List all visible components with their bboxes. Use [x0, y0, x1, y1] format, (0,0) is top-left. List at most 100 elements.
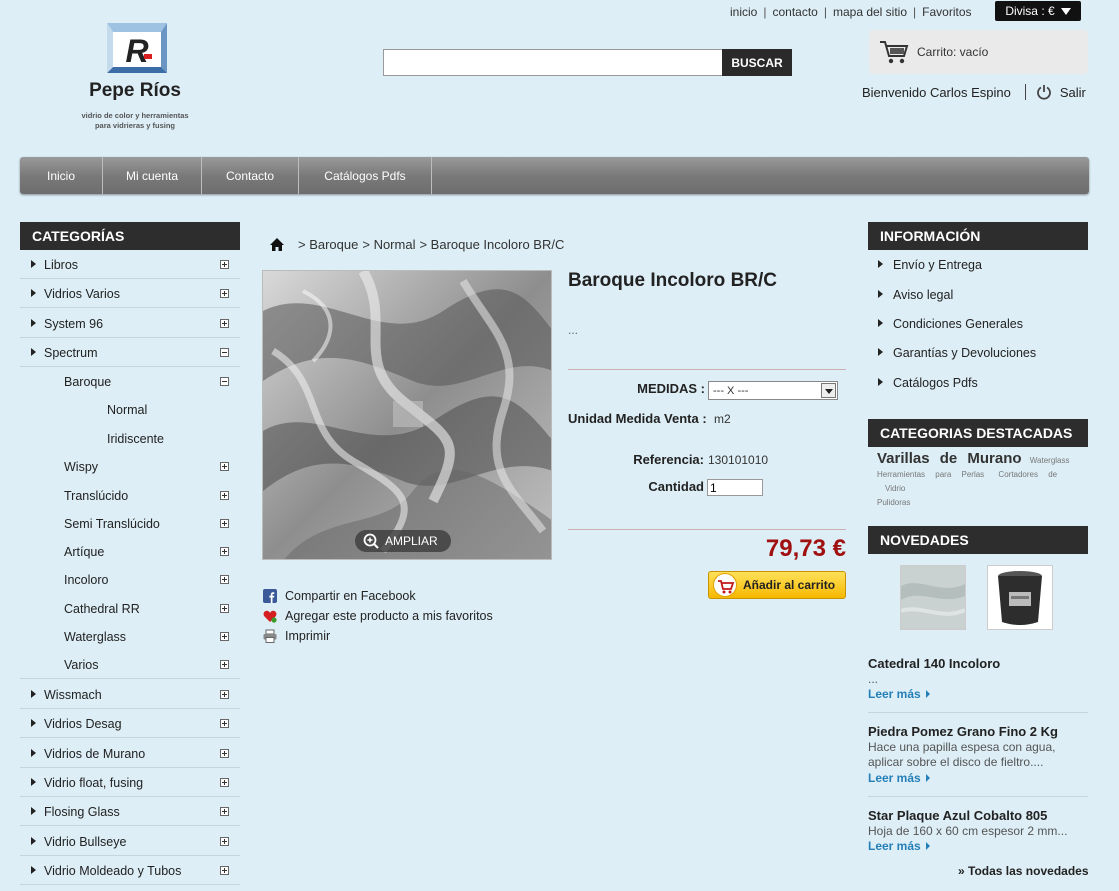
novedad-title-1[interactable]: Catedral 140 Incoloro [868, 656, 1000, 671]
top-link-inicio[interactable]: inicio [724, 5, 763, 19]
print-link[interactable]: Imprimir [263, 626, 493, 646]
expand-icon[interactable] [220, 778, 229, 787]
cart-summary[interactable]: Carrito: vacío [869, 30, 1088, 74]
top-link-favoritos[interactable]: Favoritos [916, 5, 977, 19]
expand-icon[interactable] [220, 807, 229, 816]
expand-icon[interactable] [220, 660, 229, 669]
category-item[interactable]: Baroque [20, 367, 240, 396]
info-item-condiciones[interactable]: Condiciones Generales [868, 317, 1023, 331]
info-item-aviso[interactable]: Aviso legal [868, 288, 953, 302]
top-link-mapa[interactable]: mapa del sitio [827, 5, 913, 19]
novedad-thumb-bucket[interactable] [987, 565, 1053, 630]
zoom-in-icon [363, 533, 379, 549]
tag-waterglass[interactable]: Waterglass [1030, 456, 1070, 465]
collapse-icon[interactable] [220, 377, 229, 386]
expand-icon[interactable] [220, 837, 229, 846]
expand-icon[interactable] [220, 866, 229, 875]
tag-perlas[interactable]: Perlas [962, 470, 985, 479]
category-item[interactable]: Normal [20, 395, 240, 424]
tag-herramientas[interactable]: Herramientas [877, 470, 925, 479]
category-item[interactable]: Spectrum [20, 338, 240, 367]
category-item[interactable]: Varios [20, 650, 240, 679]
info-item-catalogos[interactable]: Catálogos Pdfs [868, 376, 978, 390]
site-logo[interactable]: R Pepe Ríos vidrio de color y herramient… [60, 20, 210, 135]
add-to-cart-label: Añadir al carrito [743, 578, 836, 592]
expand-icon[interactable] [220, 719, 229, 728]
category-item[interactable]: Flosing Glass [20, 797, 240, 826]
category-item[interactable]: Vidrio float, fusing [20, 768, 240, 797]
glass-sheet-thumbnail [900, 566, 966, 629]
share-facebook[interactable]: Compartir en Facebook [263, 586, 493, 606]
power-icon[interactable] [1036, 84, 1052, 100]
category-item[interactable]: Vidrios de Murano [20, 739, 240, 768]
category-item[interactable]: Waterglass [20, 622, 240, 651]
quantity-input[interactable] [707, 479, 763, 496]
category-item[interactable]: Cathedral RR [20, 594, 240, 623]
novedad-thumb-glass[interactable] [900, 565, 966, 630]
currency-selector[interactable]: Divisa : € [995, 1, 1081, 21]
tag-varillas-murano[interactable]: Varillas de Murano [877, 450, 1022, 467]
category-item[interactable]: Iridiscente [20, 424, 240, 453]
category-item[interactable]: Vidrios Desag [20, 709, 240, 738]
category-item[interactable]: Wispy [20, 452, 240, 481]
caret-right-icon [31, 807, 36, 815]
category-label: Normal [107, 403, 148, 417]
search-input[interactable] [383, 49, 723, 76]
top-link-contacto[interactable]: contacto [766, 5, 823, 19]
expand-icon[interactable] [220, 604, 229, 613]
category-item[interactable]: Artíque [20, 537, 240, 566]
leer-mas-2[interactable]: Leer más [868, 771, 930, 785]
category-item[interactable]: Translúcido [20, 481, 240, 510]
search-button[interactable]: BUSCAR [722, 49, 792, 76]
info-item-garantias[interactable]: Garantías y Devoluciones [868, 346, 1036, 360]
unidad-label: Unidad Medida Venta : [568, 411, 707, 426]
nav-mi-cuenta[interactable]: Mi cuenta [103, 157, 202, 194]
category-label: Flosing Glass [44, 805, 120, 819]
tag-cortadores[interactable]: Cortadores [998, 470, 1038, 479]
category-item[interactable]: Vidrio Moldeado y Tubos [20, 856, 240, 885]
info-item-envio[interactable]: Envío y Entrega [868, 258, 982, 272]
category-item[interactable]: Semi Translúcido [20, 509, 240, 538]
category-label: Translúcido [64, 489, 129, 503]
tag-pulidoras[interactable]: Pulidoras [877, 498, 910, 507]
leer-mas-3[interactable]: Leer más [868, 839, 930, 853]
add-to-cart-button[interactable]: Añadir al carrito [708, 571, 846, 599]
expand-icon[interactable] [220, 260, 229, 269]
nav-catalogos[interactable]: Catálogos Pdfs [299, 157, 432, 194]
welcome-text: Bienvenido Carlos Espino [862, 84, 1011, 100]
expand-icon[interactable] [220, 462, 229, 471]
product-description: ... [568, 323, 579, 337]
collapse-icon[interactable] [220, 348, 229, 357]
expand-icon[interactable] [220, 547, 229, 556]
novedad-title-2[interactable]: Piedra Pomez Grano Fino 2 Kg [868, 724, 1058, 739]
breadcrumb-baroque[interactable]: > Baroque [298, 237, 358, 252]
category-item[interactable]: Libros [20, 250, 240, 279]
logout-link[interactable]: Salir [1060, 85, 1086, 100]
medidas-value: --- X --- [713, 384, 749, 397]
leer-mas-1[interactable]: Leer más [868, 687, 930, 701]
expand-icon[interactable] [220, 491, 229, 500]
category-item[interactable]: Vidrio Bullseye [20, 827, 240, 856]
novedad-title-3[interactable]: Star Plaque Azul Cobalto 805 [868, 808, 1047, 823]
expand-icon[interactable] [220, 319, 229, 328]
expand-icon[interactable] [220, 690, 229, 699]
medidas-select[interactable]: --- X --- [708, 381, 838, 400]
category-item[interactable]: Incoloro [20, 565, 240, 594]
expand-icon[interactable] [220, 575, 229, 584]
category-item[interactable]: Vidrios Varios [20, 279, 240, 308]
add-favorite[interactable]: Agregar este producto a mis favoritos [263, 606, 493, 626]
home-icon[interactable] [270, 238, 284, 251]
category-item[interactable]: System 96 [20, 309, 240, 338]
expand-icon[interactable] [220, 632, 229, 641]
category-item[interactable]: Wissmach [20, 680, 240, 709]
product-image[interactable] [262, 270, 552, 560]
expand-icon[interactable] [220, 749, 229, 758]
enlarge-button[interactable]: AMPLIAR [355, 530, 451, 552]
expand-icon[interactable] [220, 289, 229, 298]
todas-novedades-link[interactable]: » Todas las novedades [958, 864, 1089, 878]
nav-contacto[interactable]: Contacto [202, 157, 299, 194]
nav-inicio[interactable]: Inicio [20, 157, 103, 194]
unidad-value: m2 [714, 412, 731, 426]
breadcrumb-normal[interactable]: > Normal [362, 237, 415, 252]
expand-icon[interactable] [220, 519, 229, 528]
